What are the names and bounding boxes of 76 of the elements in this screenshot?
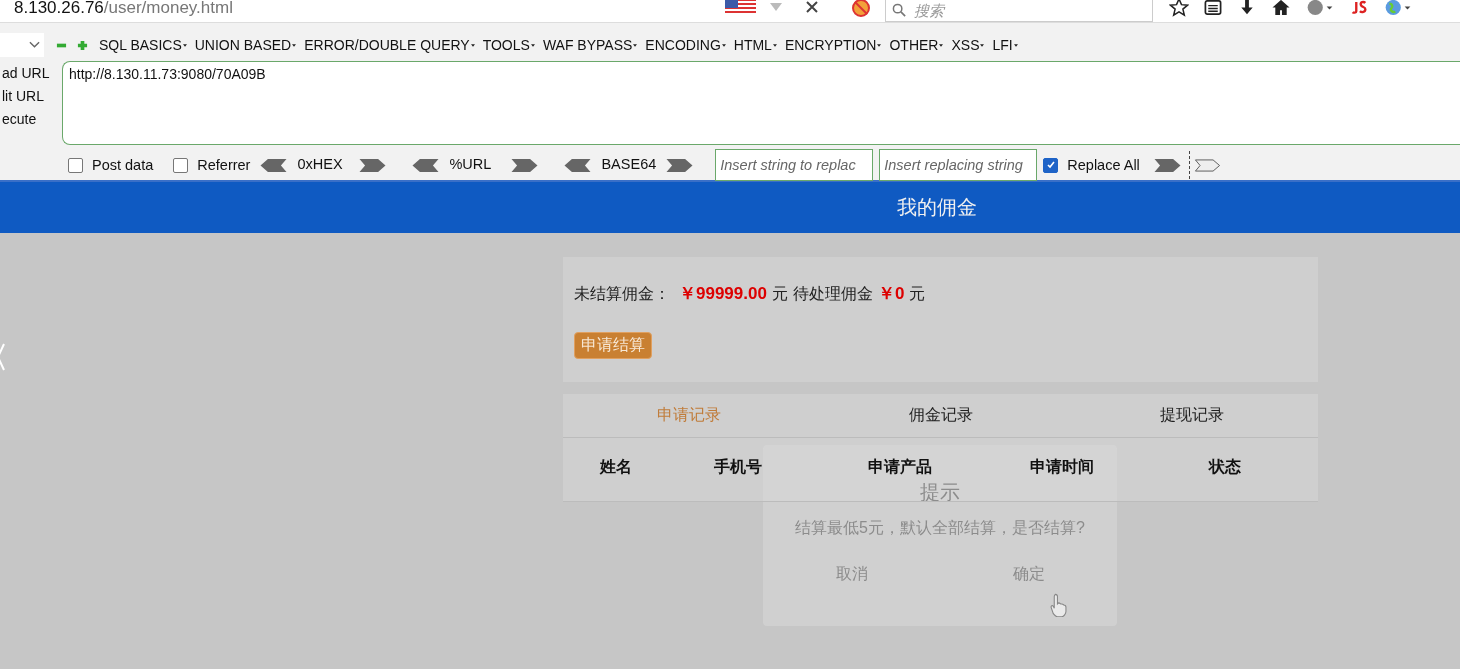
- menu-item[interactable]: WAF BYPASS: [542, 37, 638, 53]
- pending-label: 待处理佣金: [792, 284, 873, 304]
- reader-list-icon[interactable]: [1203, 0, 1223, 17]
- caret-icon: [939, 44, 944, 47]
- url-textarea[interactable]: http://8.130.11.73:9080/70A09B: [62, 61, 1460, 145]
- dialog-title: 提示: [920, 480, 960, 505]
- checkbox[interactable]: [1043, 157, 1059, 173]
- records-tab[interactable]: 提现记录: [1066, 394, 1318, 437]
- menu-label[interactable]: ad URL: [2, 65, 62, 81]
- column-header: 状态: [1207, 457, 1242, 477]
- unit-label: 元: [771, 284, 788, 304]
- find-field[interactable]: Insert string to replac: [715, 149, 874, 181]
- caret-icon: [530, 44, 535, 47]
- checkbox-label: Post data: [92, 157, 154, 173]
- unsettled-amount: ￥99999.00: [679, 283, 767, 305]
- caret-icon: [721, 44, 726, 47]
- menu-label[interactable]: lit URL: [2, 88, 62, 104]
- checkbox[interactable]: [68, 157, 83, 173]
- search-field[interactable]: 搜索: [885, 0, 1153, 22]
- right-arrow-button[interactable]: [511, 158, 539, 172]
- menu-item[interactable]: ENCRYPTION: [784, 37, 882, 53]
- menu-item[interactable]: LFI: [992, 37, 1018, 53]
- checkbox-label: Referrer: [197, 157, 251, 173]
- caret-icon: [877, 44, 882, 47]
- right-arrow-button[interactable]: [359, 158, 387, 172]
- left-arrow-button[interactable]: [412, 158, 440, 172]
- blocked-icon[interactable]: [851, 0, 871, 18]
- star-icon[interactable]: [1169, 0, 1189, 17]
- menu-item[interactable]: OTHER: [889, 37, 944, 53]
- home-icon[interactable]: [1271, 0, 1291, 17]
- checkbox[interactable]: [173, 157, 189, 173]
- checkmark-icon: [1045, 160, 1056, 170]
- menu-item[interactable]: UNION BASED: [194, 37, 297, 53]
- page-title: 我的佣金: [897, 195, 977, 220]
- address-bar[interactable]: 8.130.26.76/user/money.html: [0, 0, 725, 19]
- checkbox-label: Replace All: [1067, 157, 1140, 173]
- menu-item[interactable]: HTML: [733, 37, 777, 53]
- menu-item[interactable]: ENCODING: [645, 37, 726, 53]
- caret-icon: [633, 44, 638, 47]
- encoding-label: BASE64: [601, 155, 657, 172]
- chevron-down-icon: [29, 41, 40, 49]
- column-header: 姓名: [598, 457, 633, 477]
- caret-icon: [772, 44, 777, 47]
- menu-item[interactable]: XSS: [951, 37, 985, 53]
- plus-icon[interactable]: [77, 39, 88, 51]
- pending-amount: ￥0: [877, 283, 905, 305]
- caret-icon: [980, 44, 985, 47]
- left-arrow-button[interactable]: [564, 158, 592, 172]
- column-header: 申请时间: [1029, 457, 1095, 477]
- caret-icon: [1013, 44, 1018, 47]
- caret-icon: [182, 44, 187, 47]
- flag-icon[interactable]: [725, 0, 756, 15]
- menu-item[interactable]: SQL BASICS: [99, 37, 187, 53]
- script-icon[interactable]: [1349, 0, 1369, 17]
- replace-field[interactable]: Insert replacing string: [879, 149, 1038, 181]
- unit-label: 元: [909, 284, 926, 304]
- encoding-label: %URL: [449, 155, 493, 172]
- hand-cursor-icon: [1050, 593, 1067, 617]
- url-host: 8.130.26.76: [14, 0, 104, 18]
- url-path: /user/money.html: [103, 0, 233, 18]
- records-tab[interactable]: 佣金记录: [814, 394, 1067, 437]
- right-arrow-button[interactable]: [666, 158, 694, 172]
- dialog-message: 结算最低5元，默认全部结算，是否结算?: [795, 518, 1085, 538]
- menu-item[interactable]: ERROR/DOUBLE QUERY: [304, 37, 475, 53]
- unsettled-label: 未结算佣金：: [574, 284, 670, 304]
- menu-label[interactable]: ecute: [2, 111, 62, 127]
- caret-icon: [292, 44, 297, 47]
- column-header: 手机号: [713, 457, 763, 477]
- column-header: 申请产品: [867, 457, 933, 477]
- close-icon[interactable]: [806, 1, 818, 13]
- menu-item[interactable]: TOOLS: [482, 37, 535, 53]
- left-arrow-button[interactable]: [260, 158, 288, 172]
- caret-icon: [470, 44, 475, 47]
- right-arrow-button[interactable]: [1193, 158, 1221, 172]
- encoding-label: 0xHEX: [297, 155, 344, 172]
- right-arrow-button[interactable]: [1153, 158, 1181, 172]
